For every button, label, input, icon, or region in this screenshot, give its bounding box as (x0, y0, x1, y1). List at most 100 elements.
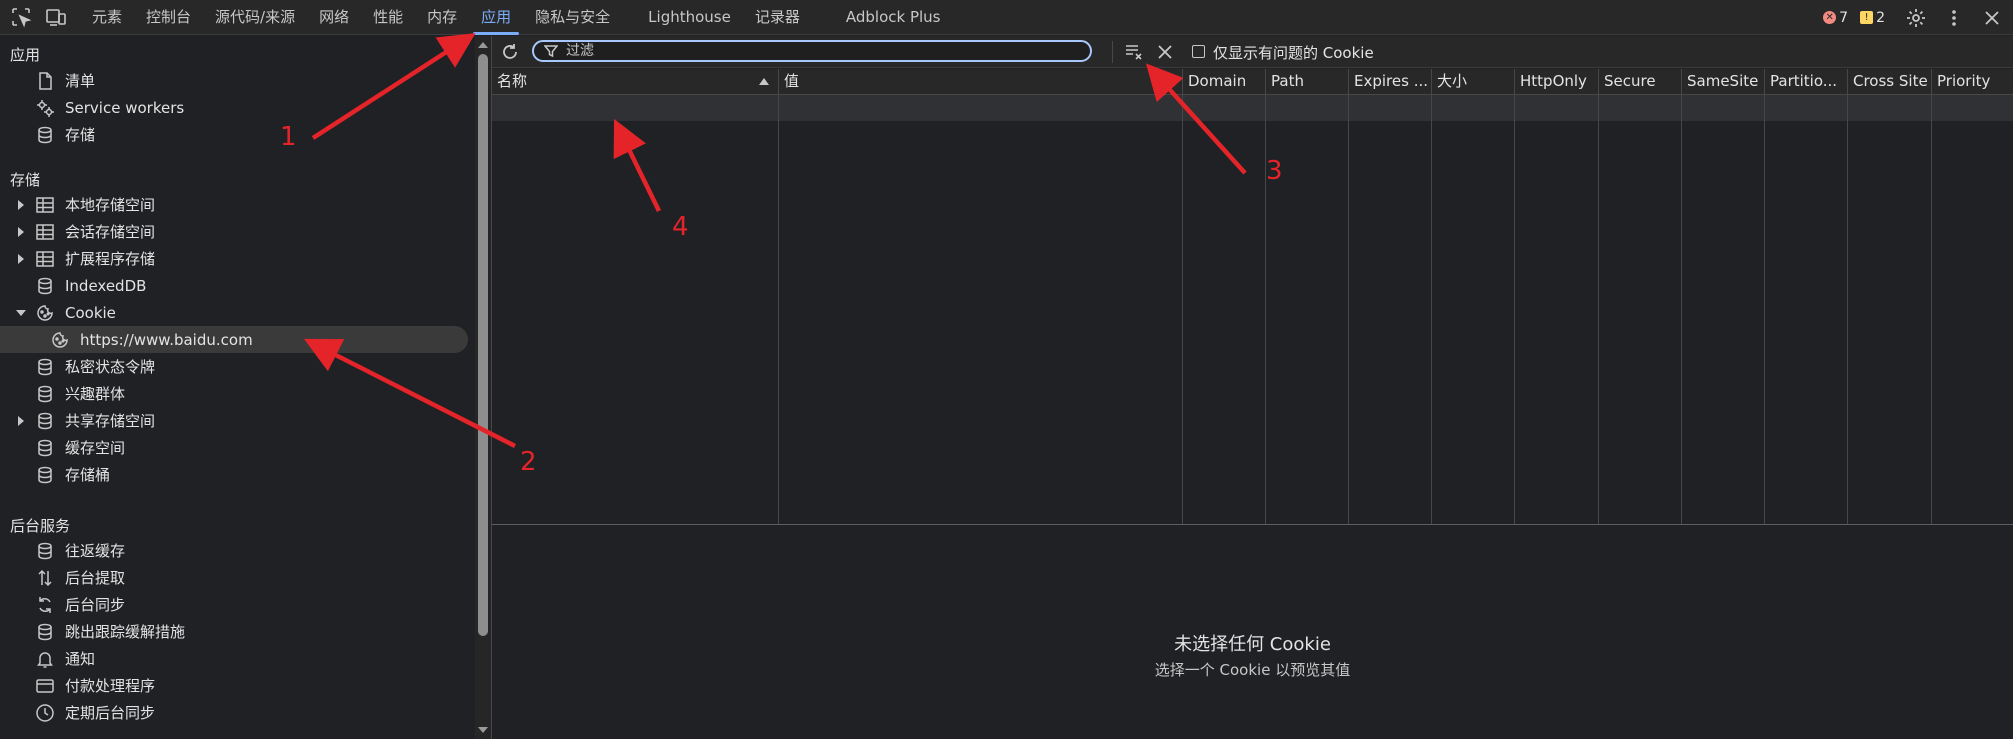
column-header-samesite[interactable]: SameSite (1682, 69, 1764, 94)
column-divider (1348, 69, 1349, 524)
expand-arrow-icon[interactable] (18, 253, 24, 264)
sidebar-item-label: 本地存储空间 (65, 196, 156, 214)
column-divider (1514, 69, 1515, 524)
database-icon (38, 439, 52, 456)
sidebar-item-session-storage[interactable]: 会话存储空间 (0, 218, 468, 245)
sidebar-item-service-workers[interactable]: Service workers (0, 94, 468, 121)
sidebar-item-periodic-sync[interactable]: 定期后台同步 (0, 699, 468, 726)
error-icon: ✕ (1823, 11, 1837, 24)
sidebar-item-shared-storage[interactable]: 共享存储空间 (0, 407, 468, 434)
sidebar-item-label: 存储桶 (65, 466, 111, 484)
credit-card-icon (36, 678, 54, 693)
warning-count: 2 (1876, 9, 1885, 26)
sidebar-item-label: 付款处理程序 (65, 677, 156, 695)
expand-arrow-icon[interactable] (18, 415, 24, 426)
device-toolbar-icon[interactable] (45, 6, 67, 28)
table-icon (36, 196, 54, 213)
sidebar-item-notifications[interactable]: 通知 (0, 645, 468, 672)
column-header-cross-site[interactable]: Cross Site (1848, 69, 1932, 94)
annotation-number-2: 2 (520, 447, 537, 477)
column-divider (1681, 69, 1682, 524)
sidebar-item-background-fetch[interactable]: 后台提取 (0, 564, 468, 591)
sidebar-item-label: 兴趣群体 (65, 385, 126, 403)
annotation-number-4: 4 (672, 212, 689, 242)
cookie-table: 名称 值 Domain Path Expires ... 大小 HttpOnly… (492, 69, 2013, 525)
sidebar-item-payment-handler[interactable]: 付款处理程序 (0, 672, 468, 699)
column-header-domain[interactable]: Domain (1183, 69, 1265, 94)
error-count: 7 (1839, 9, 1849, 26)
tab-recorder[interactable]: 记录器 (743, 0, 812, 35)
annotation-number-3: 3 (1266, 156, 1283, 186)
tab-network[interactable]: 网络 (307, 0, 361, 35)
sidebar-item-indexeddb[interactable]: IndexedDB (0, 272, 468, 299)
only-issues-checkbox[interactable] (1192, 45, 1205, 58)
sidebar-item-cookie-baidu[interactable]: https://www.baidu.com (0, 326, 468, 353)
tab-adblock-plus[interactable]: Adblock Plus (834, 0, 953, 35)
table-row-empty[interactable] (492, 95, 2013, 121)
expand-arrow-icon[interactable] (18, 226, 24, 237)
sidebar-item-bfcache[interactable]: 往返缓存 (0, 537, 468, 564)
filter-input[interactable] (566, 42, 1066, 60)
tab-performance[interactable]: 性能 (361, 0, 415, 35)
sidebar-item-storage-overview[interactable]: 存储 (0, 121, 468, 148)
settings-gear-icon[interactable] (1905, 7, 1927, 29)
clock-icon (36, 703, 54, 722)
more-options-icon[interactable] (1943, 7, 1965, 29)
sidebar-item-bounce-tracking[interactable]: 跳出跟踪缓解措施 (0, 618, 468, 645)
sidebar-scrollbar[interactable] (475, 36, 491, 739)
sidebar-item-cache-storage[interactable]: 缓存空间 (0, 434, 468, 461)
tab-application[interactable]: 应用 (469, 0, 523, 35)
column-header-path[interactable]: Path (1266, 69, 1348, 94)
table-icon (36, 250, 54, 267)
sidebar-item-manifest[interactable]: 清单 (0, 67, 468, 94)
column-header-httponly[interactable]: HttpOnly (1515, 69, 1599, 94)
column-header-size[interactable]: 大小 (1432, 69, 1514, 94)
bell-icon (37, 651, 53, 668)
sidebar-item-label: Cookie (65, 303, 116, 322)
column-header-value[interactable]: 值 (779, 69, 1179, 94)
sidebar-item-storage-buckets[interactable]: 存储桶 (0, 461, 468, 488)
tab-memory[interactable]: 内存 (415, 0, 469, 35)
sidebar-item-extension-storage[interactable]: 扩展程序存储 (0, 245, 468, 272)
error-count-badge[interactable]: ✕ 7 (1823, 10, 1848, 26)
close-devtools-icon[interactable] (1981, 7, 2003, 29)
cookie-filter[interactable] (532, 40, 1092, 62)
sidebar-item-interest-groups[interactable]: 兴趣群体 (0, 380, 468, 407)
tab-elements[interactable]: 元素 (80, 0, 134, 35)
sync-icon (39, 596, 51, 613)
expand-arrow-icon[interactable] (18, 199, 24, 210)
column-header-priority[interactable]: Priority (1932, 69, 2013, 94)
column-divider (1598, 69, 1599, 524)
column-divider (1847, 69, 1848, 524)
warning-count-badge[interactable]: ! 2 (1860, 10, 1885, 26)
inspect-element-icon[interactable] (10, 6, 32, 28)
tab-console[interactable]: 控制台 (134, 0, 203, 35)
collapse-arrow-icon[interactable] (16, 309, 26, 316)
column-header-name[interactable]: 名称 (492, 69, 772, 94)
column-divider (1931, 69, 1932, 524)
column-header-partition-key[interactable]: Partitio... (1765, 69, 1847, 94)
cookie-icon (37, 304, 53, 321)
sort-ascending-icon[interactable] (759, 78, 769, 85)
column-header-expires[interactable]: Expires ... (1349, 69, 1431, 94)
only-issues-label: 仅显示有问题的 Cookie (1213, 44, 1374, 62)
tab-lighthouse[interactable]: Lighthouse (636, 0, 743, 35)
sidebar-item-label: 缓存空间 (65, 439, 126, 457)
gears-icon (37, 99, 54, 117)
scroll-up-arrow-icon[interactable] (478, 42, 488, 48)
database-icon (38, 126, 52, 143)
sidebar-item-local-storage[interactable]: 本地存储空间 (0, 191, 468, 218)
tab-sources[interactable]: 源代码/来源 (203, 0, 307, 35)
sidebar-item-private-state-tokens[interactable]: 私密状态令牌 (0, 353, 468, 380)
scrollbar-thumb[interactable] (478, 54, 488, 636)
scroll-down-arrow-icon[interactable] (478, 727, 488, 733)
refresh-icon[interactable] (500, 42, 520, 62)
sidebar-item-label: 跳出跟踪缓解措施 (65, 623, 186, 641)
column-header-secure[interactable]: Secure (1599, 69, 1681, 94)
sidebar-item-background-sync[interactable]: 后台同步 (0, 591, 468, 618)
sidebar-item-cookie[interactable]: Cookie (0, 299, 468, 326)
clear-all-cookies-icon[interactable] (1124, 42, 1144, 62)
delete-selected-icon[interactable] (1156, 43, 1174, 61)
panel-tabs: 元素 控制台 源代码/来源 网络 性能 内存 应用 隐私与安全 Lighthouse 记录器 Adb… (80, 0, 952, 35)
tab-privacy-security[interactable]: 隐私与安全 (523, 0, 622, 35)
